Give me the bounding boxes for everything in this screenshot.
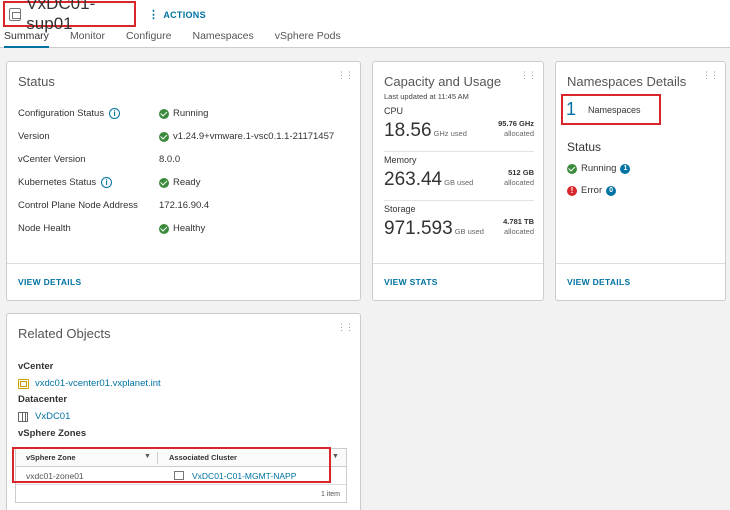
vertical-dots-icon: ⋮ bbox=[148, 9, 160, 21]
tab-namespaces[interactable]: Namespaces bbox=[192, 30, 253, 48]
drag-handle-icon[interactable]: ⋮⋮ bbox=[337, 322, 354, 333]
config-status-value: Running bbox=[173, 108, 209, 119]
memory-allocated-label: allocated bbox=[503, 178, 534, 187]
tab-monitor[interactable]: Monitor bbox=[70, 30, 105, 48]
capacity-card-footer: VIEW STATS bbox=[373, 263, 543, 300]
error-label: Error bbox=[581, 185, 603, 196]
tab-vsphere-pods[interactable]: vSphere Pods bbox=[275, 30, 341, 48]
namespaces-count[interactable]: 1 bbox=[566, 99, 576, 120]
datacenter-section-title: Datacenter bbox=[18, 394, 68, 405]
status-card-title: Status bbox=[18, 74, 55, 89]
vcenter-version-value: 8.0.0 bbox=[159, 154, 181, 165]
error-row: ! Error 0 bbox=[567, 185, 617, 196]
vcenter-version-label: vCenter Version bbox=[18, 154, 86, 165]
page-header: VxDC01-sup01 ⋮ ACTIONS Summary Monitor C… bbox=[0, 0, 730, 48]
vcenter-section-title: vCenter bbox=[18, 361, 54, 372]
check-circle-icon bbox=[159, 223, 169, 234]
namespaces-status-title: Status bbox=[567, 140, 602, 154]
status-row-vcenter: vCenter Version 8.0.0 bbox=[18, 154, 368, 168]
storage-used-value: 971.593 bbox=[384, 218, 453, 239]
cpu-allocated-value: 95.76 GHz bbox=[498, 119, 534, 128]
error-icon: ! bbox=[567, 185, 577, 196]
supervisor-icon bbox=[9, 7, 22, 21]
status-card: Status ⋮⋮ Configuration Status i Running … bbox=[6, 61, 361, 301]
cp-address-value: 172.16.90.4 bbox=[159, 200, 210, 211]
namespaces-count-highlight: 1 Namespaces bbox=[561, 94, 661, 125]
memory-label: Memory bbox=[384, 155, 417, 165]
storage-allocated-value: 4.781 TB bbox=[503, 217, 534, 226]
status-row-k8s: Kubernetes Status i Ready bbox=[18, 177, 368, 191]
view-stats-link[interactable]: VIEW STATS bbox=[384, 277, 438, 287]
divider bbox=[384, 151, 534, 152]
divider bbox=[384, 200, 534, 201]
k8s-status-label: Kubernetes Status bbox=[18, 177, 97, 188]
page-title: VxDC01-sup01 bbox=[26, 0, 96, 33]
check-circle-icon bbox=[567, 163, 577, 174]
cpu-allocated-label: allocated bbox=[503, 129, 534, 138]
namespaces-card-footer: VIEW DETAILS bbox=[556, 263, 725, 300]
version-value: v1.24.9+vmware.1-vsc0.1.1-21171457 bbox=[173, 131, 335, 142]
cpu-used-value: 18.56 bbox=[384, 120, 432, 141]
cpu-section: CPU 18.56 GHz used 95.76 GHz allocated bbox=[384, 106, 534, 154]
filter-icon[interactable]: ▼ bbox=[332, 453, 339, 460]
info-icon[interactable]: i bbox=[101, 177, 113, 188]
drag-handle-icon[interactable]: ⋮⋮ bbox=[702, 70, 719, 81]
info-icon[interactable]: i bbox=[109, 108, 121, 119]
running-count-badge: 1 bbox=[620, 163, 631, 174]
cpu-label: CPU bbox=[384, 106, 404, 116]
view-details-link[interactable]: VIEW DETAILS bbox=[567, 277, 630, 287]
cp-address-label: Control Plane Node Address bbox=[18, 200, 138, 211]
vcenter-link-text: vxdc01-vcenter01.vxplanet.int bbox=[35, 378, 161, 389]
namespaces-card-title: Namespaces Details bbox=[567, 74, 687, 89]
vsphere-zones-title: vSphere Zones bbox=[18, 428, 87, 439]
version-label: Version bbox=[18, 131, 50, 142]
node-health-label: Node Health bbox=[18, 223, 71, 234]
storage-section: Storage 971.593 GB used 4.781 TB allocated bbox=[384, 204, 534, 252]
node-health-value: Healthy bbox=[173, 223, 206, 234]
running-label: Running bbox=[581, 163, 617, 174]
memory-used-value: 263.44 bbox=[384, 169, 443, 190]
vcenter-icon bbox=[18, 378, 29, 389]
zones-grid-highlight bbox=[12, 447, 331, 483]
check-circle-icon bbox=[159, 177, 169, 188]
storage-allocated-label: allocated bbox=[503, 227, 534, 236]
running-row: Running 1 bbox=[567, 163, 631, 174]
status-row-config: Configuration Status i Running bbox=[18, 108, 368, 122]
last-updated-text: Last updated at 11:45 AM bbox=[384, 92, 469, 101]
storage-used-unit: GB used bbox=[454, 227, 484, 236]
capacity-card-title: Capacity and Usage bbox=[384, 74, 502, 89]
memory-allocated-value: 512 GB bbox=[508, 168, 534, 177]
drag-handle-icon[interactable]: ⋮⋮ bbox=[520, 70, 537, 81]
status-row-version: Version v1.24.9+vmware.1-vsc0.1.1-211714… bbox=[18, 131, 368, 145]
capacity-card: Capacity and Usage ⋮⋮ Last updated at 11… bbox=[372, 61, 544, 301]
related-objects-title: Related Objects bbox=[18, 326, 111, 341]
check-circle-icon bbox=[159, 131, 169, 142]
error-count-badge: 0 bbox=[606, 185, 617, 196]
grid-footer-count: 1 item bbox=[320, 491, 340, 498]
actions-menu[interactable]: ⋮ ACTIONS bbox=[148, 8, 206, 21]
object-title-highlight: VxDC01-sup01 bbox=[3, 0, 136, 33]
status-row-health: Node Health Healthy bbox=[18, 223, 368, 237]
check-circle-icon bbox=[159, 108, 169, 119]
k8s-status-value: Ready bbox=[173, 177, 201, 188]
storage-label: Storage bbox=[384, 204, 416, 214]
datacenter-icon bbox=[18, 411, 28, 422]
cpu-used-unit: GHz used bbox=[433, 129, 467, 138]
status-card-footer: VIEW DETAILS bbox=[7, 263, 360, 300]
status-row-cp-address: Control Plane Node Address 172.16.90.4 bbox=[18, 200, 368, 214]
config-status-label: Configuration Status bbox=[18, 108, 105, 119]
tab-summary[interactable]: Summary bbox=[4, 30, 49, 48]
datacenter-link[interactable]: VxDC01 bbox=[18, 411, 70, 422]
memory-section: Memory 263.44 GB used 512 GB allocated bbox=[384, 155, 534, 203]
namespaces-card: Namespaces Details ⋮⋮ 1 Namespaces Statu… bbox=[555, 61, 726, 301]
datacenter-link-text: VxDC01 bbox=[35, 411, 71, 422]
view-details-link[interactable]: VIEW DETAILS bbox=[18, 277, 81, 287]
vcenter-link[interactable]: vxdc01-vcenter01.vxplanet.int bbox=[18, 378, 161, 389]
memory-used-unit: GB used bbox=[444, 178, 474, 187]
drag-handle-icon[interactable]: ⋮⋮ bbox=[337, 70, 354, 81]
actions-label: ACTIONS bbox=[163, 9, 206, 20]
tab-configure[interactable]: Configure bbox=[126, 30, 172, 48]
namespaces-count-label: Namespaces bbox=[588, 104, 641, 115]
tab-bar: Summary Monitor Configure Namespaces vSp… bbox=[4, 30, 362, 48]
